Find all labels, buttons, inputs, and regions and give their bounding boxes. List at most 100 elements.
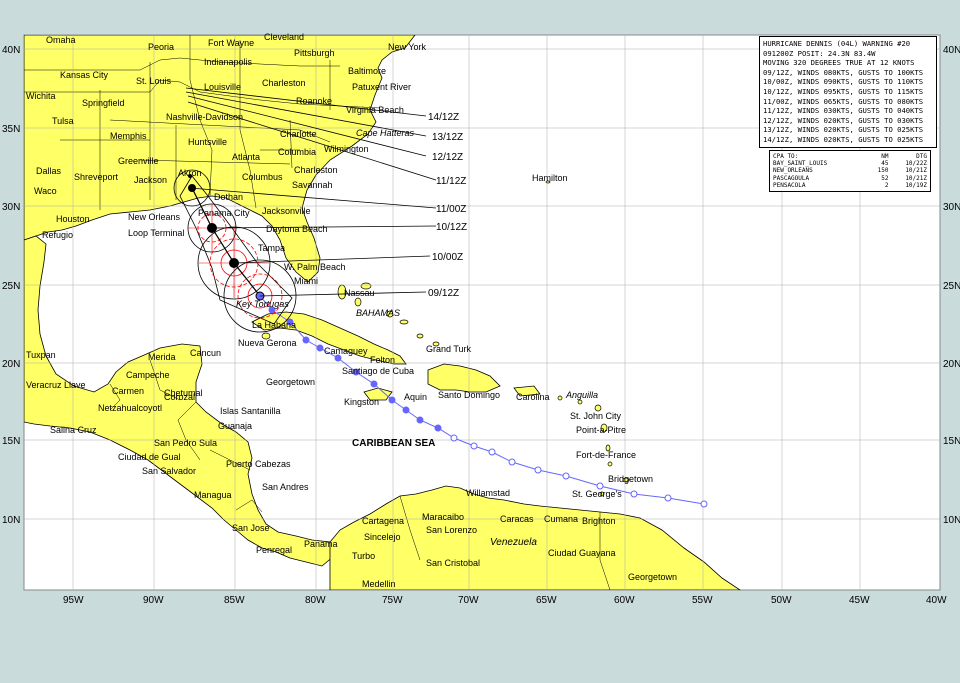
city-label: Maracaibo — [422, 512, 464, 522]
city-label: Tulsa — [52, 116, 74, 126]
city-label: Tampa — [258, 243, 285, 253]
city-label: Columbia — [278, 147, 316, 157]
lat-tick-right: 10N — [943, 515, 960, 526]
city-label: Pittsburgh — [294, 48, 335, 58]
city-label: Guanaja — [218, 421, 252, 431]
cpa-table-box: CPA TO: NM DTG BAY_SAINT_LOUIS 45 10/22Z… — [769, 150, 931, 193]
city-label: Ciudad Guayana — [548, 548, 616, 558]
warning-forecast-line: 12/12Z, WINDS 020KTS, GUSTS TO 030KTS — [763, 115, 924, 125]
city-label: Jacksonville — [262, 206, 311, 216]
time-label: 10/00Z — [432, 252, 463, 263]
city-label: Anguilla — [565, 390, 598, 400]
city-label: Turbo — [352, 551, 375, 561]
city-label: Loop Terminal — [128, 228, 184, 238]
city-label: Louisville — [204, 82, 241, 92]
city-label: Georgetown — [266, 377, 315, 387]
cpa-row: BAY_SAINT_LOUIS 45 10/22Z — [773, 160, 927, 167]
city-label: St. John City — [570, 411, 622, 421]
city-label: Panama — [304, 539, 338, 549]
lat-tick-left: 15N — [2, 436, 20, 447]
city-label: Wilmington — [324, 144, 369, 154]
cpa-nm: 150 — [877, 167, 889, 175]
city-label: Medellin — [362, 579, 396, 589]
cpa-dtg: 10/21Z — [905, 174, 927, 182]
city-label: Patuxent River — [352, 82, 411, 92]
city-label: Caracas — [500, 514, 534, 524]
city-label: Point-a-Pitre — [576, 425, 626, 435]
city-label: Peoria — [148, 42, 174, 52]
warning-forecast-line: 10/12Z, WINDS 095KTS, GUSTS TO 115KTS — [763, 86, 924, 96]
city-label: Shreveport — [74, 172, 119, 182]
city-label: Houston — [56, 214, 90, 224]
city-label: Cancun — [190, 348, 221, 358]
lat-tick-right: 25N — [943, 281, 960, 292]
cpa-row: NEW_ORLEANS 150 10/21Z — [773, 167, 927, 174]
lon-tick: 90W — [143, 595, 164, 606]
city-label: Charleston — [262, 78, 306, 88]
city-label: Waco — [34, 186, 57, 196]
city-label: St. Louis — [136, 76, 172, 86]
cpa-dtg: 10/21Z — [905, 167, 927, 175]
lat-tick-left: 10N — [2, 515, 20, 526]
warning-movement: MOVING 320 DEGREES TRUE AT 12 KNOTS — [763, 58, 915, 68]
city-label: Puerto Cabezas — [226, 459, 291, 469]
city-label: Tuxpan — [26, 350, 56, 360]
lon-tick: 95W — [63, 595, 84, 606]
time-label: 14/12Z — [428, 112, 459, 123]
lat-tick-left: 30N — [2, 202, 20, 213]
city-label: San Andres — [262, 482, 309, 492]
city-label: Indianapolis — [204, 57, 253, 67]
warning-forecast-line: 11/00Z, WINDS 065KTS, GUSTS TO 080KTS — [763, 96, 924, 106]
time-label: 11/00Z — [436, 204, 466, 215]
city-label: Atlanta — [232, 152, 260, 162]
cpa-place: NEW_ORLEANS — [773, 167, 813, 175]
cpa-place: PASCAGOULA — [773, 174, 810, 182]
city-label: Cleveland — [264, 32, 304, 42]
lon-tick: 80W — [305, 595, 326, 606]
cpa-table: CPA TO: NM DTG BAY_SAINT_LOUIS 45 10/22Z… — [773, 153, 927, 189]
warning-forecast-line: 09/12Z, WINDS 080KTS, GUSTS TO 100KTS — [763, 67, 924, 77]
city-label: Cumana — [544, 514, 578, 524]
city-label: Daytona Beach — [266, 224, 328, 234]
city-label: Sincelejo — [364, 532, 401, 542]
city-label: Kingston — [344, 397, 379, 407]
city-label: Akron — [178, 168, 202, 178]
warning-title: HURRICANE DENNIS (04L) WARNING #20 — [763, 39, 911, 48]
lat-tick-right: 20N — [943, 359, 960, 370]
city-label: Nueva Gerona — [238, 338, 297, 348]
city-label: Key Tortugas — [236, 299, 289, 309]
city-label: St. George's — [572, 489, 622, 499]
city-label: Islas Santanilla — [220, 406, 281, 416]
lon-tick: 55W — [692, 595, 713, 606]
city-label: San Lorenzo — [426, 525, 477, 535]
city-label: Brighton — [582, 516, 616, 526]
lat-tick-left: 35N — [2, 124, 20, 135]
city-label: Hamilton — [532, 173, 568, 183]
cpa-place: PENSACOLA — [773, 181, 806, 189]
city-label: Santiago de Cuba — [342, 366, 414, 376]
warning-forecast-line: 14/12Z, WINDS 020KTS, GUSTS TO 025KTS — [763, 134, 924, 144]
city-label: Nassau — [344, 288, 375, 298]
city-label: Georgetown — [628, 572, 677, 582]
city-label: Salina Cruz — [50, 425, 97, 435]
city-label: Fort-de-France — [576, 450, 636, 460]
cpa-dtg: 10/22Z — [905, 160, 927, 168]
lat-tick-left: 20N — [2, 359, 20, 370]
city-label: La Habana — [252, 320, 296, 330]
longitude-labels: 95W 90W 85W 80W 75W 70W 65W 60W 55W 50W … — [63, 595, 947, 606]
lon-tick: 45W — [849, 595, 870, 606]
lat-tick-right: 15N — [943, 436, 960, 447]
lon-tick: 85W — [224, 595, 245, 606]
region-label: BAHAMAS — [356, 308, 400, 318]
city-label: Grand Turk — [426, 344, 472, 354]
city-label: Roanoke — [296, 96, 332, 106]
city-label: Ciudad de Gual — [118, 452, 181, 462]
city-label: Memphis — [110, 131, 147, 141]
lon-tick: 60W — [614, 595, 635, 606]
region-label: CARIBBEAN SEA — [352, 438, 435, 449]
city-label: Charlotte — [280, 129, 317, 139]
city-label: Willamstad — [466, 488, 510, 498]
city-label: Greenville — [118, 156, 159, 166]
region-label: Venezuela — [490, 537, 537, 548]
time-label: 12/12Z — [432, 152, 463, 163]
